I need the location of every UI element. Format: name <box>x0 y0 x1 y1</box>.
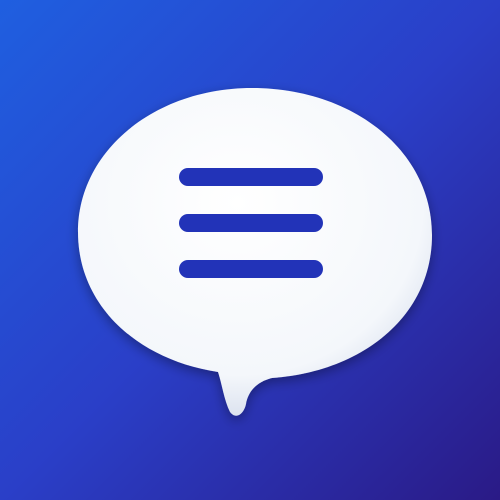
app-icon[interactable] <box>0 0 500 500</box>
chat-bubble-icon <box>78 88 432 416</box>
chat-bubble-shape <box>78 88 432 416</box>
